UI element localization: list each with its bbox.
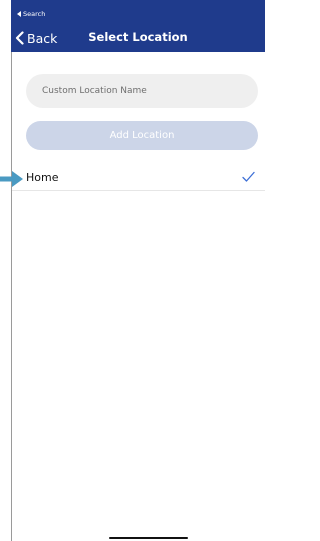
add-location-button[interactable]: Add Location bbox=[26, 121, 258, 150]
status-bar: Search bbox=[11, 0, 265, 24]
checkmark-icon bbox=[242, 171, 255, 182]
triangle-left-icon bbox=[17, 11, 21, 17]
custom-location-name-input[interactable] bbox=[26, 74, 258, 108]
screen-edge bbox=[11, 52, 12, 541]
add-location-button-label: Add Location bbox=[109, 130, 175, 141]
location-row-home[interactable]: Home bbox=[12, 165, 265, 191]
screen: Search Back Select Location Add Location… bbox=[0, 0, 265, 541]
back-to-app-link[interactable]: Search bbox=[17, 10, 45, 18]
home-indicator bbox=[109, 537, 188, 539]
page-title: Select Location bbox=[88, 30, 188, 44]
back-to-app-label: Search bbox=[23, 10, 46, 18]
navigation-bar: Back Select Location bbox=[11, 24, 265, 52]
arrow-right-icon bbox=[0, 171, 23, 187]
location-label: Home bbox=[26, 171, 59, 184]
